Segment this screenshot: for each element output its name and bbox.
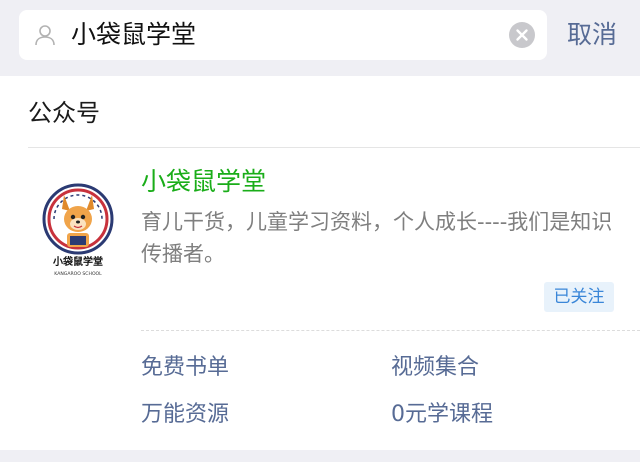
search-bar: 小袋鼠学堂 取消 — [0, 0, 640, 72]
search-input[interactable]: 小袋鼠学堂 — [19, 10, 547, 60]
menu-item-free-courses[interactable]: 0元学课程 — [391, 400, 493, 430]
account-avatar[interactable]: 小袋鼠学堂 KANGAROO SCHOOL — [40, 181, 116, 281]
account-name[interactable]: 小袋鼠学堂 — [141, 166, 266, 198]
divider — [28, 147, 640, 148]
divider-dashed — [141, 330, 640, 331]
follow-status-badge[interactable]: 已关注 — [544, 282, 614, 312]
logo-text: 小袋鼠学堂 — [52, 255, 103, 268]
results-panel: 公众号 小袋鼠学堂 KANGAROO SCHOOL 小袋鼠学堂 育儿干货，儿童学… — [0, 76, 640, 450]
menu-item-resources[interactable]: 万能资源 — [141, 400, 229, 430]
account-description: 育儿干货，儿童学习资料，个人成长----我们是知识传播者。 — [141, 210, 613, 266]
menu-item-video-collection[interactable]: 视频集合 — [391, 353, 479, 383]
menu-item-free-booklist[interactable]: 免费书单 — [141, 353, 229, 383]
clear-icon[interactable] — [509, 22, 535, 48]
logo-subtext: KANGAROO SCHOOL — [54, 271, 102, 277]
cancel-button[interactable]: 取消 — [567, 18, 617, 52]
search-query: 小袋鼠学堂 — [71, 20, 197, 49]
section-title: 公众号 — [28, 99, 100, 127]
user-icon — [33, 23, 57, 47]
